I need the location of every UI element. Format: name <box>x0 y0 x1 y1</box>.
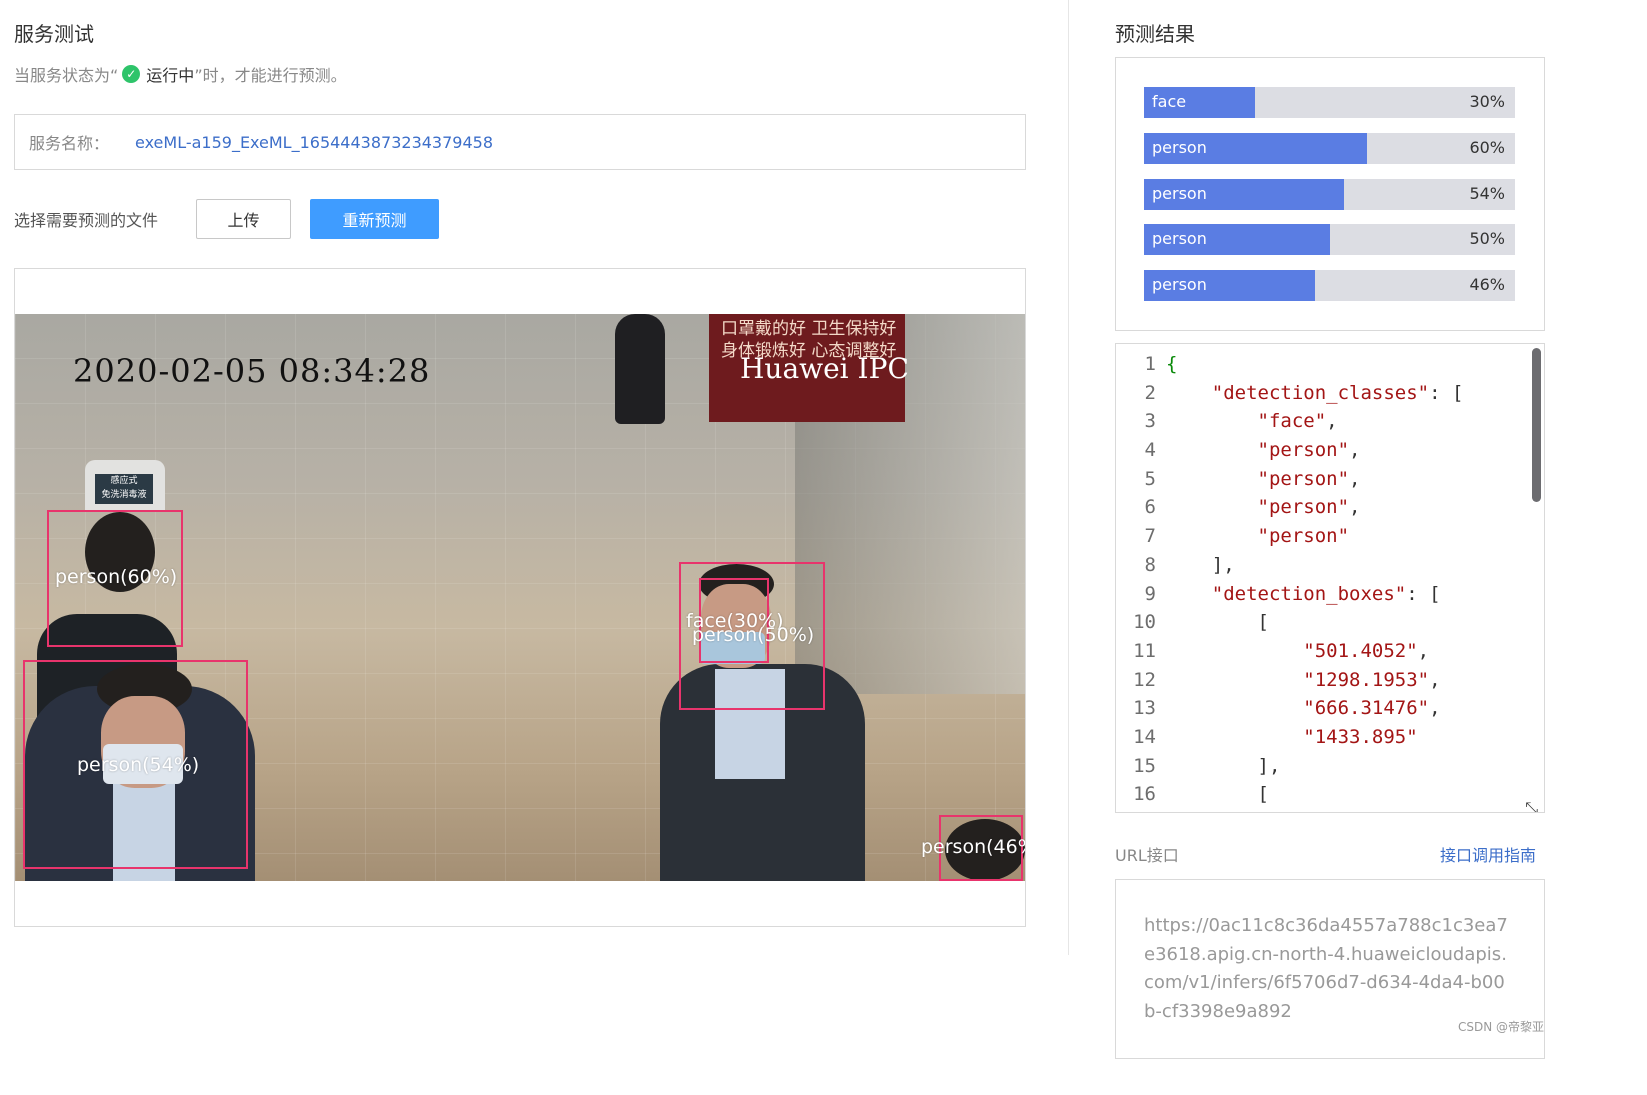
upload-button[interactable]: 上传 <box>196 199 291 239</box>
line-number: 12 <box>1133 668 1156 691</box>
line-number-gutter: 1 2 3 4 5 6 7 8 9 10 11 12 13 14 15 16 <box>1116 350 1156 809</box>
api-url-text[interactable]: https://0ac11c8c36da4557a788c1c3ea7e3618… <box>1144 912 1516 1026</box>
code-line: "detection_classes": [ <box>1211 381 1464 404</box>
line-number: 13 <box>1133 697 1156 720</box>
code-line: "1433.895" <box>1303 725 1418 748</box>
code-line: "666.31476", <box>1303 697 1441 720</box>
code-line: ], <box>1166 553 1235 576</box>
line-number: 1 <box>1144 353 1156 375</box>
code-line: [ <box>1166 783 1269 806</box>
bar-label: person <box>1152 275 1207 294</box>
api-guide-link[interactable]: 接口调用指南 <box>1440 842 1536 866</box>
line-number: 2 <box>1144 381 1156 404</box>
hint-suffix: ”时，才能进行预测。 <box>194 66 347 85</box>
service-status-hint: 当服务状态为“ ✓ 运行中 ”时，才能进行预测。 <box>14 62 347 86</box>
code-line: [ <box>1166 611 1269 634</box>
panel-divider <box>1068 0 1069 955</box>
line-number: 15 <box>1133 754 1156 777</box>
prediction-image: 口罩戴的好 卫生保持好 身体锻炼好 心态调整好 Huawei IPC 2020-… <box>15 314 1025 881</box>
json-code: { "detection_classes": [ "face", "person… <box>1166 350 1463 809</box>
prediction-bar: person 54% <box>1144 179 1515 210</box>
service-name-value: exeML-a159_ExeML_1654443873234379458 <box>135 132 493 152</box>
camera-watermark: Huawei IPC <box>740 352 909 385</box>
detection-label: person(60%) <box>55 566 178 588</box>
bar-percent: 30% <box>1469 92 1505 111</box>
prediction-bar: person 50% <box>1144 224 1515 255</box>
repredict-button[interactable]: 重新预测 <box>310 199 439 239</box>
bar-percent: 46% <box>1469 275 1505 294</box>
hint-prefix: 当服务状态为“ <box>14 66 119 85</box>
line-number: 14 <box>1133 725 1156 748</box>
line-number: 9 <box>1144 582 1156 605</box>
bar-percent: 50% <box>1469 229 1505 248</box>
sanitizer-sign-text: 感应式 免洗消毒液 <box>95 474 153 504</box>
line-number: 7 <box>1144 525 1156 548</box>
bar-label: person <box>1152 229 1207 248</box>
prediction-bar: person 46% <box>1144 270 1515 301</box>
code-line: "person" <box>1257 525 1350 548</box>
prediction-bars-panel: face 30% person 60% person 54% person 50… <box>1115 57 1545 331</box>
code-line: "501.4052", <box>1303 639 1430 662</box>
service-name-box: 服务名称： exeML-a159_ExeML_16544438732343794… <box>14 114 1026 170</box>
status-running: 运行中 <box>146 66 195 85</box>
select-file-label: 选择需要预测的文件 <box>14 211 159 230</box>
line-number: 16 <box>1133 783 1156 806</box>
code-line: "person", <box>1257 467 1361 490</box>
check-circle-icon: ✓ <box>122 65 141 83</box>
line-number: 11 <box>1133 639 1156 662</box>
resize-handle-icon[interactable]: ⤡ <box>1525 798 1538 812</box>
code-line: "face", <box>1257 410 1338 433</box>
bar-label: face <box>1152 92 1187 111</box>
prediction-image-frame: 口罩戴的好 卫生保持好 身体锻炼好 心态调整好 Huawei IPC 2020-… <box>14 268 1026 927</box>
editor-scrollbar[interactable] <box>1532 348 1541 502</box>
walking-person-figure <box>615 314 665 424</box>
bar-label: person <box>1152 138 1207 157</box>
code-line: { <box>1166 353 1178 375</box>
code-line: ], <box>1166 754 1281 777</box>
page-title: 服务测试 <box>14 22 94 46</box>
code-line: "1298.1953", <box>1303 668 1441 691</box>
code-line: "person", <box>1257 496 1361 519</box>
line-number: 10 <box>1133 611 1156 634</box>
bar-label: person <box>1152 184 1207 203</box>
bar-percent: 60% <box>1469 138 1505 157</box>
detection-label: person(54%) <box>77 754 200 776</box>
line-number: 8 <box>1144 553 1156 576</box>
url-interface-label: URL接口 <box>1115 846 1179 865</box>
line-number: 3 <box>1144 410 1156 433</box>
prediction-bar: person 60% <box>1144 133 1515 164</box>
sanitizer-sign: 感应式 免洗消毒液 <box>85 460 165 512</box>
service-name-label: 服务名称： <box>29 134 110 153</box>
detection-label: person(50%) <box>692 624 815 646</box>
results-title: 预测结果 <box>1115 22 1195 46</box>
camera-timestamp: 2020-02-05 08:34:28 <box>73 352 431 390</box>
bar-percent: 54% <box>1469 184 1505 203</box>
json-result-editor[interactable]: 1 2 3 4 5 6 7 8 9 10 11 12 13 14 15 16 { "detection_cla… <box>1115 343 1545 813</box>
line-number: 4 <box>1144 439 1156 462</box>
footer-watermark: CSDN @帝黎亚 <box>1458 1020 1545 1034</box>
code-line: "detection_boxes": [ <box>1211 582 1441 605</box>
line-number: 5 <box>1144 467 1156 490</box>
code-line: "person", <box>1257 439 1361 462</box>
line-number: 6 <box>1144 496 1156 519</box>
detection-label: person(46% <box>921 836 1025 858</box>
prediction-bar: face 30% <box>1144 87 1515 118</box>
